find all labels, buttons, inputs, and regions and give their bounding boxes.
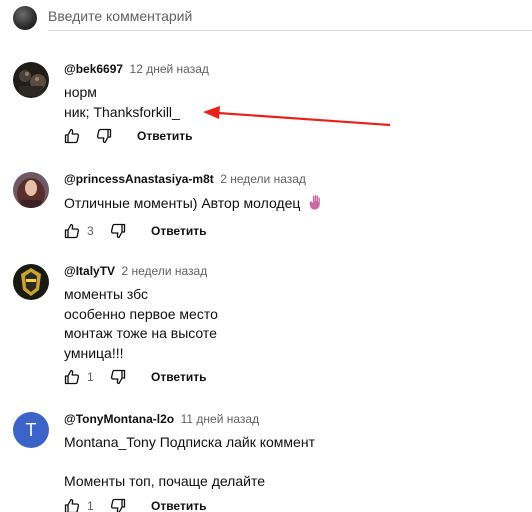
like-count: 1: [87, 370, 94, 384]
comment-header: @bek6697 12 дней назад: [64, 60, 532, 78]
comment-actions: 3 Ответить: [64, 223, 532, 247]
dislike-icon[interactable]: [110, 498, 126, 512]
like-count: 1: [87, 498, 94, 512]
reply-button[interactable]: Ответить: [137, 128, 192, 144]
dislike-icon[interactable]: [110, 223, 126, 239]
comment-line: особенно первое место: [64, 305, 218, 322]
comment-line: монтаж тоже на высоте: [64, 325, 217, 341]
comment-line: норм: [64, 84, 97, 100]
comment-line: умница!!!: [64, 344, 124, 361]
comment-line: Отличные моменты) Автор молодец: [64, 193, 532, 217]
comment-body: @TonyMontana-l2o 11 дней назад Montana_T…: [64, 410, 532, 512]
comment-body: @bek6697 12 дней назад норм ник; Thanksf…: [64, 60, 532, 152]
like-icon[interactable]: [64, 498, 80, 512]
comment-line: Montana_Tony Подписка лайк коммент: [64, 434, 315, 450]
comment-actions: 1 Ответить: [64, 369, 532, 393]
comment-text: норм ник; Thanksforkill_: [64, 83, 532, 122]
reply-button[interactable]: Ответить: [151, 223, 206, 239]
comment-author[interactable]: @TonyMontana-l2o: [64, 412, 174, 426]
comment-text: Montana_Tony Подписка лайк коммент Момен…: [64, 433, 532, 492]
comment-line: ник; Thanksforkill_: [64, 103, 180, 120]
comment-line: [64, 453, 532, 473]
dislike-icon[interactable]: [110, 369, 126, 385]
avatar[interactable]: [13, 264, 49, 300]
comment-line: моменты збс: [64, 286, 149, 302]
reply-button[interactable]: Ответить: [151, 369, 206, 385]
comment-author[interactable]: @princessAnastasiya-m8t: [64, 172, 214, 186]
comment-author[interactable]: @bek6697: [64, 62, 123, 76]
like-count: 3: [87, 223, 94, 238]
avatar[interactable]: [13, 62, 49, 98]
reply-button[interactable]: Ответить: [151, 498, 206, 512]
current-user-avatar: [13, 6, 37, 30]
comment-text: моменты збс особенно первое место монтаж…: [64, 285, 532, 363]
waving-hand-emoji-icon: [307, 193, 325, 217]
comment-time[interactable]: 2 недели назад: [220, 172, 306, 186]
dislike-icon[interactable]: [96, 128, 112, 144]
comment-author[interactable]: @ItalyTV: [64, 264, 115, 278]
comment-input-row: [0, 0, 532, 38]
like-icon[interactable]: [64, 369, 80, 385]
comment-text: Отличные моменты) Автор молодец: [64, 193, 532, 217]
comment-actions: 1 Ответить: [64, 498, 532, 512]
comment-header: @TonyMontana-l2o 11 дней назад: [64, 410, 532, 428]
like-icon[interactable]: [64, 128, 80, 144]
comment-actions: Ответить: [64, 128, 532, 152]
comment-time[interactable]: 2 недели назад: [122, 264, 208, 278]
comment-body: @ItalyTV 2 недели назад моменты збс особ…: [64, 262, 532, 393]
comment-line: Моменты топ, почаще делайте: [64, 473, 265, 489]
comment-header: @ItalyTV 2 недели назад: [64, 262, 532, 280]
like-icon[interactable]: [64, 223, 80, 239]
comment-time[interactable]: 11 дней назад: [181, 412, 259, 426]
comment-input[interactable]: [48, 2, 532, 31]
comment-body: @princessAnastasiya-m8t 2 недели назад О…: [64, 170, 532, 247]
comment-time[interactable]: 12 дней назад: [130, 62, 209, 76]
avatar[interactable]: T: [13, 412, 49, 448]
comments-section: @bek6697 12 дней назад норм ник; Thanksf…: [0, 0, 532, 512]
comment-line-text: Отличные моменты) Автор молодец: [64, 195, 301, 211]
avatar[interactable]: [13, 172, 49, 208]
comment-header: @princessAnastasiya-m8t 2 недели назад: [64, 170, 532, 188]
